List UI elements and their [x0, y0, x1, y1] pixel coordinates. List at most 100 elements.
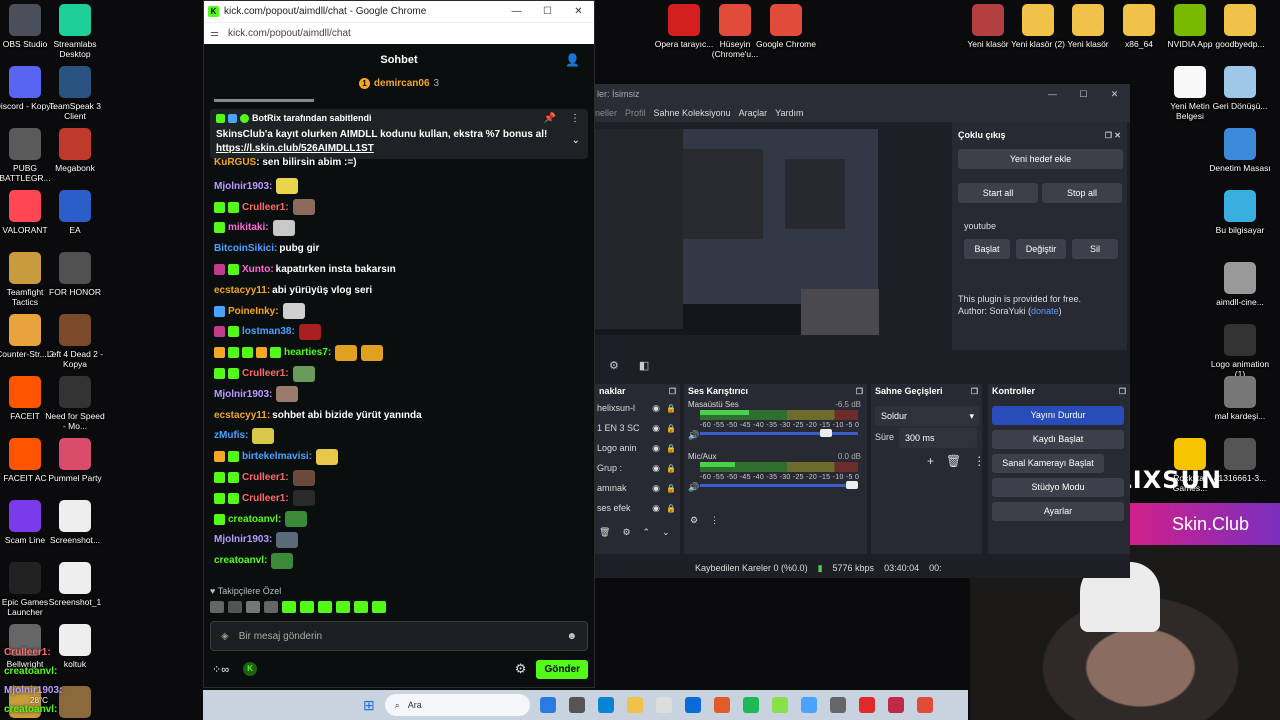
taskbar-app-icon[interactable]	[771, 697, 788, 713]
donate-link[interactable]: donate	[1031, 306, 1059, 316]
desktop-icon-goodbyedp[interactable]: goodbyedp...	[1209, 4, 1271, 49]
add-target-button[interactable]: Yeni hedef ekle	[958, 149, 1123, 169]
eye-icon[interactable]: ◉	[652, 503, 660, 514]
transition-select[interactable]: Soldur ▾	[875, 406, 979, 426]
site-settings-icon[interactable]: ⚌	[210, 28, 219, 39]
menu-item[interactable]: Yardım	[775, 108, 803, 118]
chat-username[interactable]: zMufis:	[214, 430, 248, 441]
lock-icon[interactable]: 🔒	[666, 444, 676, 453]
emote[interactable]	[372, 601, 386, 613]
chat-username[interactable]: Crulleer1:	[242, 472, 289, 483]
source-item[interactable]: Grup : ◉ 🔒	[595, 458, 680, 478]
chat-input-placeholder[interactable]: Bir mesaj gönderin	[239, 631, 322, 642]
chevron-down-icon[interactable]: ⌄	[572, 135, 580, 146]
address-bar[interactable]: ⚌ kick.com/popout/aimdll/chat	[204, 22, 594, 44]
chat-username[interactable]: Crulleer1:	[242, 368, 289, 379]
speaker-icon[interactable]: 🔊	[688, 430, 699, 441]
desktop-icon-screenshot[interactable]: Screenshot...	[44, 500, 106, 545]
eye-icon[interactable]: ◉	[652, 423, 660, 434]
taskbar-app-icon[interactable]	[655, 697, 672, 713]
source-item[interactable]: amınak ◉ 🔒	[595, 478, 680, 498]
obs-preview[interactable]	[595, 129, 879, 335]
start-target-button[interactable]: Başlat	[964, 239, 1010, 259]
more-icon[interactable]: ⋮	[710, 515, 719, 526]
taskbar-app-icon[interactable]	[742, 697, 759, 713]
close-button[interactable]: ✕	[1099, 89, 1130, 100]
chat-username[interactable]: ecstacyy11:	[214, 410, 270, 421]
taskbar-app-icon[interactable]	[597, 697, 614, 713]
more-icon[interactable]: ⋮	[570, 113, 580, 124]
studio-mode-button[interactable]: Stüdyo Modu	[992, 478, 1124, 497]
edit-target-button[interactable]: Değiştir	[1016, 239, 1066, 259]
chat-username[interactable]: ecstacyy11:	[214, 285, 270, 296]
layout-icon[interactable]: ◧	[639, 359, 649, 372]
top-gifter[interactable]: 1 demircan06 3	[204, 76, 594, 90]
chat-username[interactable]: creatoanvl:	[214, 555, 267, 566]
trash-icon[interactable]: 🗑	[946, 454, 961, 468]
menu-item[interactable]: Araçlar	[739, 108, 768, 118]
taskbar-app-icon[interactable]	[626, 697, 643, 713]
duration-input[interactable]: 300 ms	[899, 428, 977, 448]
maximize-button[interactable]: ☐	[532, 6, 563, 17]
start-icon[interactable]: ⊞	[363, 697, 375, 714]
minimize-button[interactable]: —	[1037, 89, 1068, 100]
panel-close-icon[interactable]: ❐ ✕	[1105, 131, 1121, 140]
emote[interactable]	[246, 601, 260, 613]
desktop-icon-streamlabs-desktop[interactable]: Streamlabs Desktop	[44, 4, 106, 59]
emote[interactable]	[228, 601, 242, 613]
desktop-icon-megabonk[interactable]: Megabonk	[44, 128, 106, 173]
eye-icon[interactable]: ◉	[652, 463, 660, 474]
desktop-icon-aimdll-cine[interactable]: aimdll-cine...	[1209, 262, 1271, 307]
taskbar-app-icon[interactable]	[887, 697, 904, 713]
lock-icon[interactable]: 🔒	[666, 404, 676, 413]
chat-username[interactable]: birtekelmavisi:	[242, 451, 312, 462]
volume-slider[interactable]	[700, 481, 858, 489]
emote[interactable]	[282, 601, 296, 613]
source-item[interactable]: Logo anin ◉ 🔒	[595, 438, 680, 458]
url-text[interactable]: kick.com/popout/aimdll/chat	[228, 28, 351, 39]
taskbar-search[interactable]: ⌕ Ara	[384, 694, 530, 716]
pinned-link[interactable]: https://l.skin.club/526AIMDLL1ST	[216, 143, 582, 154]
advanced-audio-icon[interactable]: ⚙	[690, 515, 698, 526]
desktop-icon-left-4-dead-2-kopya[interactable]: Left 4 Dead 2 - Kopya	[44, 314, 106, 369]
user-settings-icon[interactable]: 👤	[565, 53, 580, 67]
minimize-button[interactable]: —	[501, 6, 532, 17]
eye-icon[interactable]: ◉	[652, 483, 660, 494]
chat-username[interactable]: Mjolnir1903:	[214, 389, 272, 400]
delete-target-button[interactable]: Sil	[1072, 239, 1118, 259]
desktop-icon-need-for-speed-mo[interactable]: Need for Speed - Mo...	[44, 376, 106, 431]
emote[interactable]	[210, 601, 224, 613]
start-recording-button[interactable]: Kaydı Başlat	[992, 430, 1124, 449]
chat-username[interactable]: Xunto:	[242, 264, 274, 275]
menu-item[interactable]: neller	[595, 108, 617, 118]
chat-username[interactable]: creatoanvl:	[228, 514, 281, 525]
maximize-button[interactable]: ☐	[1068, 89, 1099, 100]
stop-all-button[interactable]: Stop all	[1042, 183, 1122, 203]
source-item[interactable]: 1 EN 3 SC ◉ 🔒	[595, 418, 680, 438]
eye-icon[interactable]: ◉	[652, 443, 660, 454]
lock-icon[interactable]: 🔒	[666, 424, 676, 433]
menu-item[interactable]: Profil	[625, 108, 646, 118]
taskbar-app-icon[interactable]	[568, 697, 585, 713]
emoji-icon[interactable]: ☻	[566, 631, 577, 642]
desktop-icon-screenshot-1[interactable]: Screenshot_1	[44, 562, 106, 607]
emote[interactable]	[336, 601, 350, 613]
points-icon[interactable]: ⁘∞	[212, 663, 229, 676]
add-icon[interactable]: +	[927, 454, 934, 468]
stop-stream-button[interactable]: Yayını Durdur	[992, 406, 1124, 425]
emote[interactable]	[264, 601, 278, 613]
lock-icon[interactable]: 🔒	[666, 484, 676, 493]
taskbar-app-icon[interactable]	[713, 697, 730, 713]
gear-icon[interactable]: ⚙	[609, 359, 619, 372]
chat-username[interactable]: Mjolnir1903:	[214, 181, 272, 192]
lock-icon[interactable]: 🔒	[666, 504, 676, 513]
desktop-icon-ea[interactable]: EA	[44, 190, 106, 235]
weather-widget[interactable]: 28°C	[30, 696, 48, 705]
pin-icon[interactable]: 📌	[544, 113, 556, 124]
desktop-icon-google-chrome[interactable]: Google Chrome	[755, 4, 817, 49]
gear-icon[interactable]: ⚙	[622, 527, 630, 538]
chat-username[interactable]: Crulleer1:	[242, 493, 289, 504]
down-icon[interactable]: ⌄	[662, 527, 670, 538]
source-item[interactable]: ses efek ◉ 🔒	[595, 498, 680, 518]
desktop-icon-denetim-masas[interactable]: Denetim Masası	[1209, 128, 1271, 173]
